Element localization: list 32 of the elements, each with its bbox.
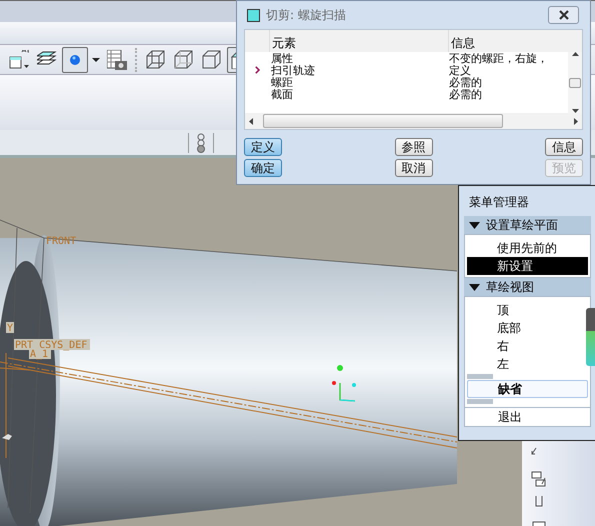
column-header: 元素 — [269, 30, 448, 52]
menu-title: 菜单管理器 — [468, 194, 530, 211]
menu-item[interactable]: 使用先前的 — [467, 239, 588, 257]
menu-item[interactable]: 右 — [467, 337, 588, 355]
table-cell-text: 定义 — [448, 65, 472, 77]
menu-item[interactable]: 顶 — [467, 301, 588, 319]
table-cell-text: 扫引轨迹 — [270, 65, 316, 77]
table-cell-text: 螺距 — [270, 77, 294, 89]
dialog-button[interactable]: 参照 — [394, 138, 432, 156]
menu-item[interactable]: 新设置 — [467, 257, 588, 275]
menu-item[interactable]: 底部 — [467, 319, 588, 337]
datum-label: FRONT — [46, 236, 76, 247]
dialog-button[interactable]: 定义 — [244, 138, 282, 156]
datum-label: Y — [6, 322, 14, 334]
table-cell-text: 属性 — [270, 53, 294, 65]
dialog-button[interactable]: 信息 — [545, 138, 583, 156]
section-title: 草绘视图 — [486, 278, 534, 296]
menu-item[interactable]: 退出 — [464, 408, 591, 427]
section-title: 设置草绘平面 — [486, 216, 558, 234]
table-cell-text: 必需的 — [448, 89, 483, 101]
table-cell-text: 必需的 — [448, 77, 483, 89]
datum-label: PRT_CSYS_DEF — [14, 339, 90, 351]
dialog-button[interactable]: 确定 — [244, 159, 282, 177]
datum-label: A_1 — [29, 348, 51, 360]
table-cell-text: 截面 — [270, 89, 294, 101]
menu-section-header[interactable]: 设置草绘平面 — [464, 216, 591, 234]
menu-item[interactable]: 缺省 — [467, 380, 588, 398]
window-title: 切剪: 螺旋扫描 — [266, 6, 347, 24]
dialog-button[interactable]: 取消 — [394, 159, 432, 177]
menu-section-header[interactable]: 草绘视图 — [464, 278, 591, 296]
menu-item[interactable]: 左 — [467, 355, 588, 373]
table-cell-text: 不变的螺距，右旋， — [448, 53, 549, 65]
